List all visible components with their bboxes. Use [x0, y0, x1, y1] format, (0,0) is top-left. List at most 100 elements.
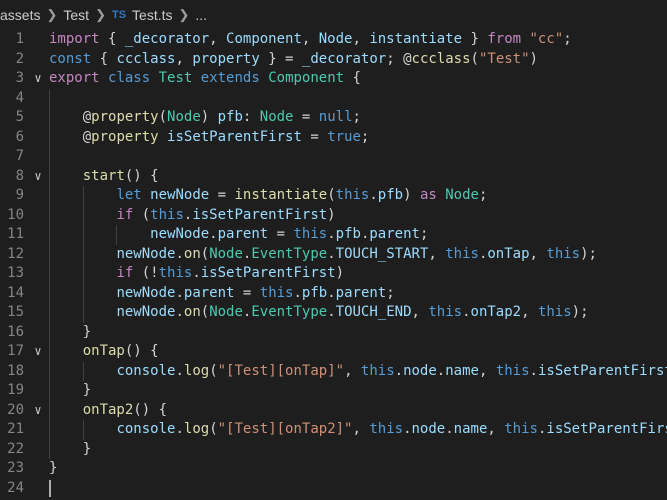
code-token: ( [200, 304, 210, 320]
code-token: on [183, 304, 201, 320]
code-text: export class Test extends Component { [49, 69, 361, 89]
code-token: } [49, 460, 58, 476]
code-text: } [49, 323, 91, 343]
line-number: 10 [7, 206, 24, 223]
code-token: newNode [116, 304, 176, 320]
breadcrumb-item-symbols[interactable]: ... [195, 7, 207, 23]
breadcrumb-item-file[interactable]: Test.ts [132, 7, 172, 23]
fold-chevron-icon[interactable]: ∨ [31, 69, 45, 89]
line-number: 8 [15, 167, 24, 184]
code-text: newNode.parent = this.pfb.parent; [49, 284, 394, 304]
code-token: parent [335, 284, 387, 301]
fold-chevron-icon[interactable]: ∨ [31, 401, 45, 421]
code-line[interactable]: 23} [0, 459, 667, 479]
code-token: . [403, 421, 412, 437]
code-line[interactable]: 24 [0, 479, 667, 499]
code-line[interactable]: 1 import { _decorator, Component, Node, i… [0, 30, 667, 50]
code-line[interactable]: 17 ∨ onTap() { [0, 342, 667, 362]
code-token: , [301, 31, 319, 47]
code-token: Component [268, 70, 345, 86]
code-line[interactable]: 5 @property(Node) pfb: Node = null; [0, 108, 667, 128]
code-token: start [82, 167, 125, 184]
code-token: "Test" [478, 50, 530, 67]
line-number: 21 [7, 421, 24, 437]
code-token: ; [478, 187, 488, 203]
code-text: if (!this.isSetParentFirst) [49, 264, 344, 284]
code-token: : [242, 109, 260, 125]
code-line[interactable]: 15 newNode.on(Node.EventType.TOUCH_END, … [0, 303, 667, 323]
code-line[interactable]: 12 newNode.on(Node.EventType.TOUCH_START… [0, 245, 667, 265]
code-line[interactable]: 19 } [0, 381, 667, 401]
code-token: . [175, 284, 184, 301]
code-token: . [327, 226, 336, 242]
code-line[interactable]: 16 } [0, 323, 667, 343]
code-token: Component [226, 31, 302, 47]
code-token: . [192, 265, 201, 281]
code-token: , [344, 362, 361, 379]
code-line[interactable]: 21 console.log("[Test][onTap2]", this.no… [0, 420, 667, 440]
code-text: console.log("[Test][onTap2]", this.node.… [49, 420, 667, 440]
code-token: ( [327, 187, 336, 203]
breadcrumb-item-assets[interactable]: assets [0, 7, 40, 23]
code-token: ccclass [116, 50, 176, 67]
indent-guide [82, 361, 84, 381]
code-token: . [327, 284, 336, 301]
code-line[interactable]: 22 } [0, 440, 667, 460]
code-token: , [529, 245, 547, 262]
code-text: const { ccclass, property } = _decorator… [49, 50, 538, 70]
code-token: newNode [150, 226, 210, 242]
code-token: newNode [116, 245, 176, 262]
code-text: newNode.parent = this.pfb.parent; [49, 225, 428, 245]
code-text: } [49, 440, 91, 460]
line-number: 22 [7, 440, 24, 457]
code-token: ); [580, 245, 597, 262]
line-number: 19 [7, 382, 24, 398]
code-token: node [411, 421, 446, 437]
code-line[interactable]: 13 if (!this.isSetParentFirst) [0, 264, 667, 284]
code-token: let [116, 187, 142, 203]
line-number: 17 [7, 343, 24, 359]
code-token: this [537, 304, 572, 320]
code-line[interactable]: 20 ∨ onTap2() { [0, 401, 667, 421]
code-line[interactable]: 2 const { ccclass, property } = _decorato… [0, 50, 667, 70]
code-token: onTap2 [470, 304, 522, 320]
code-line[interactable]: 7 [0, 147, 667, 167]
breadcrumb-item-test-folder[interactable]: Test [63, 7, 89, 23]
code-line[interactable]: 3 ∨ export class Test extends Component { [0, 69, 667, 89]
code-token: onTap [82, 343, 125, 359]
code-token: this [504, 421, 538, 437]
fold-chevron-icon[interactable]: ∨ [31, 167, 45, 187]
code-token: . [327, 245, 336, 262]
code-line[interactable]: 4 [0, 89, 667, 109]
code-line[interactable]: 18 console.log("[Test][onTap]", this.nod… [0, 362, 667, 382]
code-token: _decorator [301, 50, 387, 67]
code-token: this [445, 245, 479, 262]
code-token: if [116, 265, 134, 281]
code-token: this [495, 362, 530, 379]
code-token: ; [352, 109, 361, 125]
code-editor[interactable]: 1 import { _decorator, Component, Node, i… [0, 30, 667, 500]
code-text: if (this.isSetParentFirst) [49, 206, 335, 226]
code-token: console [116, 362, 176, 379]
code-line[interactable]: 6 @property isSetParentFirst = true; [0, 128, 667, 148]
code-token: ) [403, 187, 420, 203]
code-token: onTap2 [82, 401, 134, 418]
code-token: . [175, 421, 184, 437]
chevron-right-icon: ❯ [95, 7, 106, 22]
code-token: ccclass [411, 50, 471, 67]
fold-chevron-icon[interactable]: ∨ [31, 342, 45, 362]
indent-guide [82, 420, 84, 440]
code-line[interactable]: 10 if (this.isSetParentFirst) [0, 206, 667, 226]
code-token: () { [124, 167, 159, 184]
code-token: = [209, 187, 235, 203]
code-line[interactable]: 8 ∨ start() { [0, 167, 667, 187]
code-line[interactable]: 9 let newNode = instantiate(this.pfb) as… [0, 186, 667, 206]
code-token: class [108, 70, 151, 86]
line-number: 15 [7, 304, 24, 320]
code-line[interactable]: 11 newNode.parent = this.pfb.parent; [0, 225, 667, 245]
code-line[interactable]: 14 newNode.parent = this.pfb.parent; [0, 284, 667, 304]
